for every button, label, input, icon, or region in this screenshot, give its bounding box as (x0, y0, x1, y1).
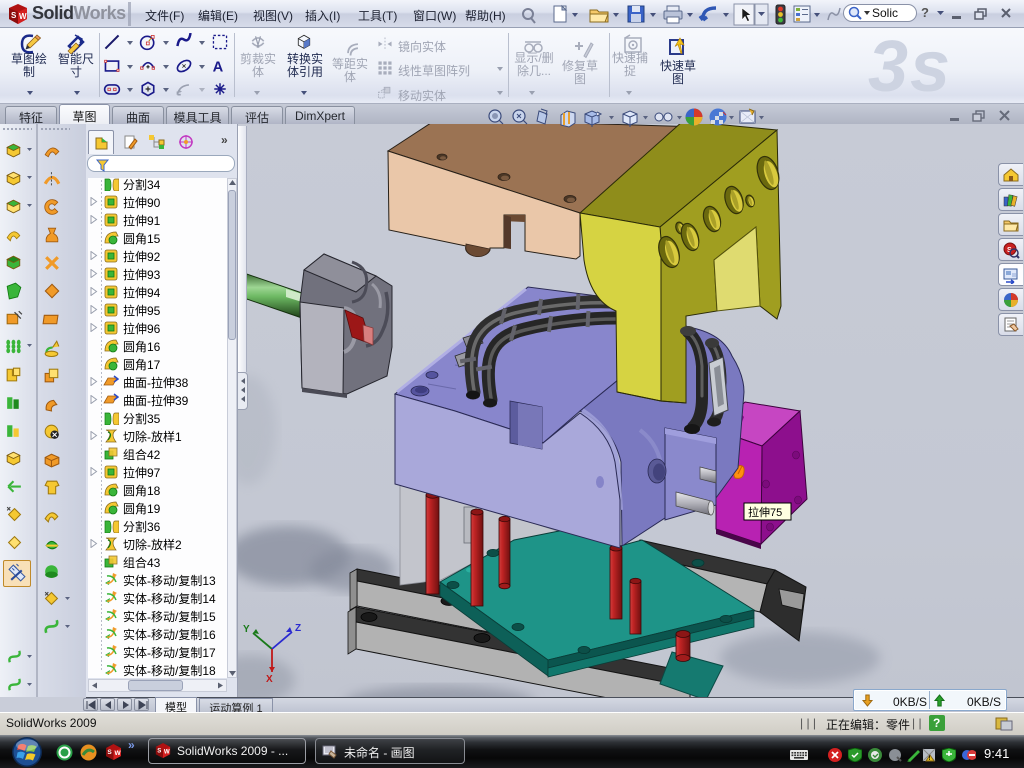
svg-text:S: S (157, 747, 161, 754)
svg-text:!: ! (929, 756, 931, 762)
svg-text:W: W (115, 750, 122, 757)
svg-text:X: X (266, 674, 273, 685)
svg-text:W: W (19, 12, 27, 21)
svg-text:W: W (164, 748, 170, 755)
svg-text:S: S (107, 749, 112, 756)
svg-text:Z: Z (295, 623, 301, 634)
svg-text:拉伸75: 拉伸75 (748, 505, 782, 519)
svg-text:Y: Y (243, 624, 250, 635)
svg-text:A: A (213, 60, 224, 75)
svg-text:S: S (11, 11, 17, 20)
